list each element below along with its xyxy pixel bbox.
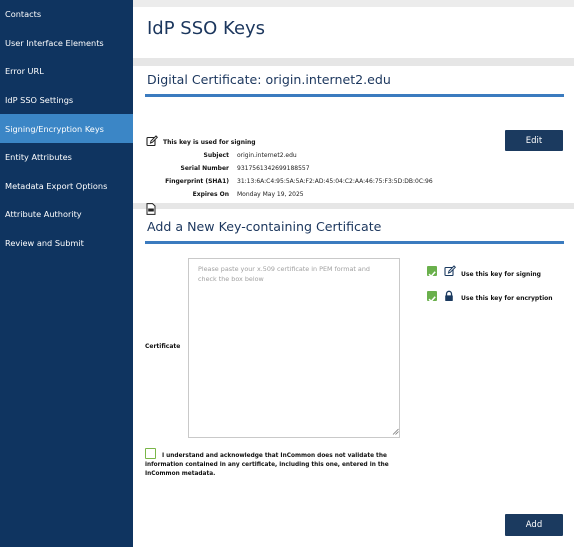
- sidebar-item-label: Signing/Encryption Keys: [5, 123, 104, 134]
- subject-label: Subject: [203, 152, 229, 159]
- acknowledge-label: I understand and acknowledge that InComm…: [145, 453, 389, 477]
- expires-on-value: Monday May 19, 2025: [237, 191, 304, 198]
- sidebar: Contacts User Interface Elements Error U…: [0, 0, 133, 547]
- resize-grip-icon[interactable]: [392, 428, 399, 435]
- subject-value: origin.internet2.edu: [237, 152, 297, 159]
- sidebar-item-idp-sso-settings[interactable]: IdP SSO Settings: [0, 86, 133, 115]
- certificate-label: Certificate: [145, 343, 181, 350]
- top-divider: [133, 0, 574, 7]
- sidebar-item-user-interface-elements[interactable]: User Interface Elements: [0, 29, 133, 58]
- sidebar-item-attribute-authority[interactable]: Attribute Authority: [0, 200, 133, 229]
- use-signing-label: Use this key for signing: [461, 271, 541, 278]
- checkmark-icon: [428, 271, 436, 278]
- sidebar-item-label: User Interface Elements: [5, 37, 104, 48]
- lock-icon: [445, 290, 453, 301]
- sidebar-item-label: Contacts: [5, 9, 42, 20]
- sidebar-item-label: Entity Attributes: [5, 152, 72, 163]
- pencil-square-icon: [146, 135, 158, 147]
- expires-on-label: Expires On: [192, 191, 229, 198]
- fingerprint-label: Fingerprint (SHA1): [165, 178, 229, 185]
- use-encryption-label: Use this key for encryption: [461, 295, 553, 302]
- sidebar-item-label: Error URL: [5, 66, 44, 77]
- fingerprint-value: 31:13:6A:C4:95:5A:5A:F2:AD:45:04:C2:AA:4…: [237, 178, 433, 185]
- key-usage-text: This key is used for signing: [163, 139, 256, 146]
- sidebar-item-signing-encryption-keys[interactable]: Signing/Encryption Keys: [0, 114, 133, 143]
- page-title: IdP SSO Keys: [147, 18, 266, 39]
- acknowledge-block: I understand and acknowledge that InComm…: [145, 452, 425, 479]
- section-rule: [145, 241, 564, 244]
- pencil-square-icon: [444, 265, 456, 277]
- sidebar-item-label: IdP SSO Settings: [5, 95, 74, 106]
- sidebar-item-contacts[interactable]: Contacts: [0, 0, 133, 29]
- certificate-input[interactable]: [188, 258, 400, 438]
- section-divider: [133, 203, 574, 209]
- sidebar-item-error-url[interactable]: Error URL: [0, 57, 133, 86]
- checkmark-icon: [428, 296, 436, 303]
- sidebar-item-entity-attributes[interactable]: Entity Attributes: [0, 143, 133, 172]
- use-encryption-checkbox[interactable]: [427, 291, 437, 303]
- sidebar-item-label: Attribute Authority: [5, 209, 82, 220]
- section-divider: [133, 58, 574, 66]
- new-key-section-title: Add a New Key-containing Certificate: [147, 219, 382, 234]
- document-icon[interactable]: [146, 203, 156, 215]
- sidebar-item-metadata-export-options[interactable]: Metadata Export Options: [0, 172, 133, 201]
- certificate-section-title: Digital Certificate: origin.internet2.ed…: [147, 72, 391, 87]
- sidebar-item-review-and-submit[interactable]: Review and Submit: [0, 229, 133, 258]
- edit-button[interactable]: Edit: [505, 130, 563, 151]
- add-button[interactable]: Add: [505, 514, 563, 536]
- use-signing-checkbox[interactable]: [427, 266, 437, 278]
- sidebar-item-label: Metadata Export Options: [5, 180, 108, 191]
- serial-number-label: Serial Number: [180, 165, 229, 172]
- serial-number-value: 9317561342699188557: [237, 165, 310, 172]
- sidebar-item-label: Review and Submit: [5, 238, 84, 249]
- section-rule: [145, 94, 564, 97]
